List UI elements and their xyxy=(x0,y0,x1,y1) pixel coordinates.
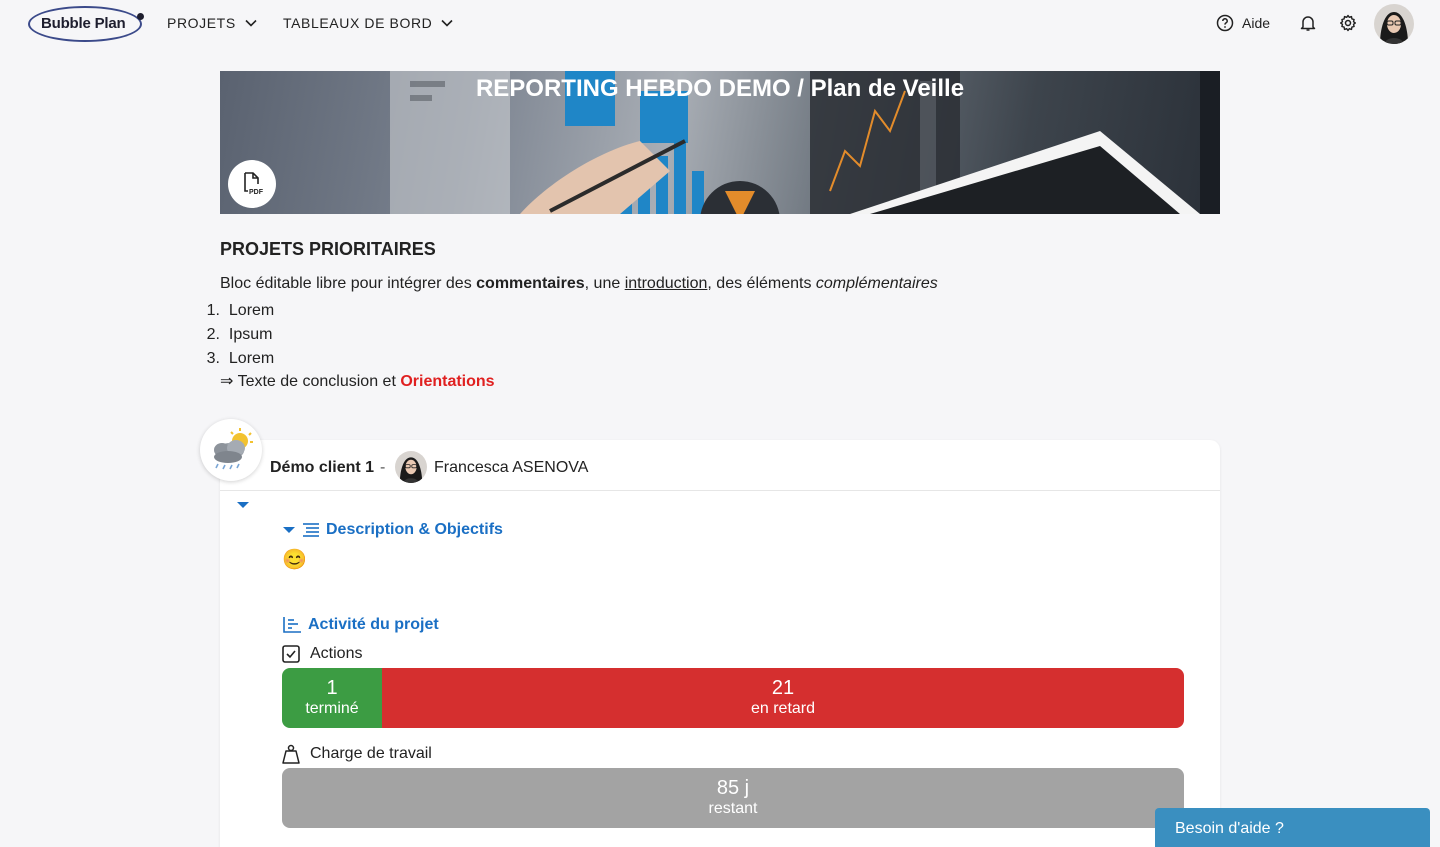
list-item: 2. Ipsum xyxy=(190,323,274,347)
activity-title: Activité du projet xyxy=(308,616,439,633)
intro-paragraph[interactable]: Bloc éditable libre pour intégrer des co… xyxy=(220,275,938,293)
bar-chart-icon xyxy=(283,617,301,633)
gear-icon[interactable] xyxy=(1339,14,1357,32)
workload-bar[interactable]: 85 j restant xyxy=(282,768,1184,828)
menu-tableaux-label: TABLEAUX DE BORD xyxy=(283,15,433,31)
late-count: 21 xyxy=(771,677,795,699)
caret-down-icon xyxy=(283,527,295,533)
description-toggle[interactable]: Description & Objectifs xyxy=(282,521,503,539)
section-title: PROJETS PRIORITAIRES xyxy=(220,239,436,259)
menu-projets-label: PROJETS xyxy=(167,15,236,31)
description-title: Description & Objectifs xyxy=(326,521,503,538)
logo-text: Bubble Plan xyxy=(41,15,126,32)
cloud-sun-rain-icon xyxy=(214,428,253,470)
checkbox-icon xyxy=(282,645,300,663)
avatar-portrait xyxy=(1374,4,1414,44)
ordered-list: 1. Lorem 2. Ipsum 3. Lorem xyxy=(190,299,275,371)
done-count: 1 xyxy=(326,677,338,699)
owner-portrait xyxy=(395,451,427,483)
question-circle-icon xyxy=(1216,14,1234,32)
pdf-icon-text: PDF xyxy=(249,189,264,196)
conclusion-text: ⇒ Texte de conclusion et xyxy=(220,373,401,390)
list-number: 1. xyxy=(206,302,220,319)
collapse-caret-icon[interactable] xyxy=(236,500,250,510)
text-lines-icon xyxy=(303,523,319,537)
intro-underline: introduction xyxy=(624,275,708,292)
header-separator: - xyxy=(380,459,386,476)
logo-dot xyxy=(137,13,144,20)
intro-italic: complémentaires xyxy=(815,275,938,292)
late-label: en retard xyxy=(750,700,816,717)
menu-projets[interactable]: PROJETS xyxy=(167,15,258,31)
actions-label: Actions xyxy=(310,645,363,662)
owner-avatar xyxy=(395,451,427,483)
help-label: Aide xyxy=(1242,15,1271,31)
workload-label-row: Charge de travail xyxy=(282,744,432,764)
export-pdf-button[interactable]: PDF xyxy=(228,160,276,208)
top-navigation: Bubble Plan PROJETS TABLEAUX DE BORD Aid… xyxy=(0,0,1440,48)
intro-text-1: Bloc éditable libre pour intégrer des xyxy=(220,275,477,292)
help-chat-button[interactable]: Besoin d'aide ? xyxy=(1155,808,1430,847)
bell-icon[interactable] xyxy=(1299,14,1317,32)
bubble-plan-logo[interactable]: Bubble Plan xyxy=(28,4,144,44)
intro-text-2: , une xyxy=(584,275,625,292)
workload-value: 85 j xyxy=(716,777,750,799)
project-weather-badge xyxy=(200,419,262,481)
done-label: terminé xyxy=(305,700,359,717)
list-text: Lorem xyxy=(228,350,275,367)
actions-done-segment[interactable]: 1 terminé xyxy=(282,668,382,728)
list-item: 1. Lorem xyxy=(190,299,275,323)
actions-late-segment[interactable]: 21 en retard xyxy=(382,668,1184,728)
conclusion-line: ⇒ Texte de conclusion et Orientations xyxy=(220,371,495,391)
menu-tableaux-de-bord[interactable]: TABLEAUX DE BORD xyxy=(283,15,454,31)
list-text: Ipsum xyxy=(228,326,273,343)
project-card: Démo client 1 - Francesca ASENOVA Descri… xyxy=(220,440,1220,847)
chevron-down-icon xyxy=(245,19,257,27)
list-number: 3. xyxy=(206,350,220,367)
intro-bold: commentaires xyxy=(476,275,585,292)
list-text: Lorem xyxy=(228,302,275,319)
description-emoji: 😊 xyxy=(282,549,307,571)
workload-sub: restant xyxy=(708,800,758,817)
report-banner: REPORTING HEBDO DEMO / Plan de Veille PD… xyxy=(220,71,1220,214)
actions-status-bar: 1 terminé 21 en retard xyxy=(282,668,1184,728)
actions-label-row: Actions xyxy=(282,645,362,663)
chevron-down-icon xyxy=(441,19,453,27)
intro-text-3: , des éléments xyxy=(707,275,816,292)
list-item: 3. Lorem xyxy=(190,347,275,371)
project-card-header: Démo client 1 - Francesca ASENOVA xyxy=(220,440,1220,491)
weight-icon xyxy=(282,744,300,764)
pdf-file-icon: PDF xyxy=(244,172,264,196)
activity-section-title: Activité du projet xyxy=(282,616,439,634)
report-title: REPORTING HEBDO DEMO / Plan de Veille xyxy=(475,75,965,102)
user-avatar[interactable] xyxy=(1374,4,1414,44)
conclusion-highlight: Orientations xyxy=(400,373,495,390)
workload-label: Charge de travail xyxy=(310,745,432,762)
help-link[interactable]: Aide xyxy=(1216,14,1270,32)
owner-name: Francesca ASENOVA xyxy=(434,459,589,476)
client-name[interactable]: Démo client 1 xyxy=(270,459,374,477)
list-number: 2. xyxy=(206,326,220,343)
